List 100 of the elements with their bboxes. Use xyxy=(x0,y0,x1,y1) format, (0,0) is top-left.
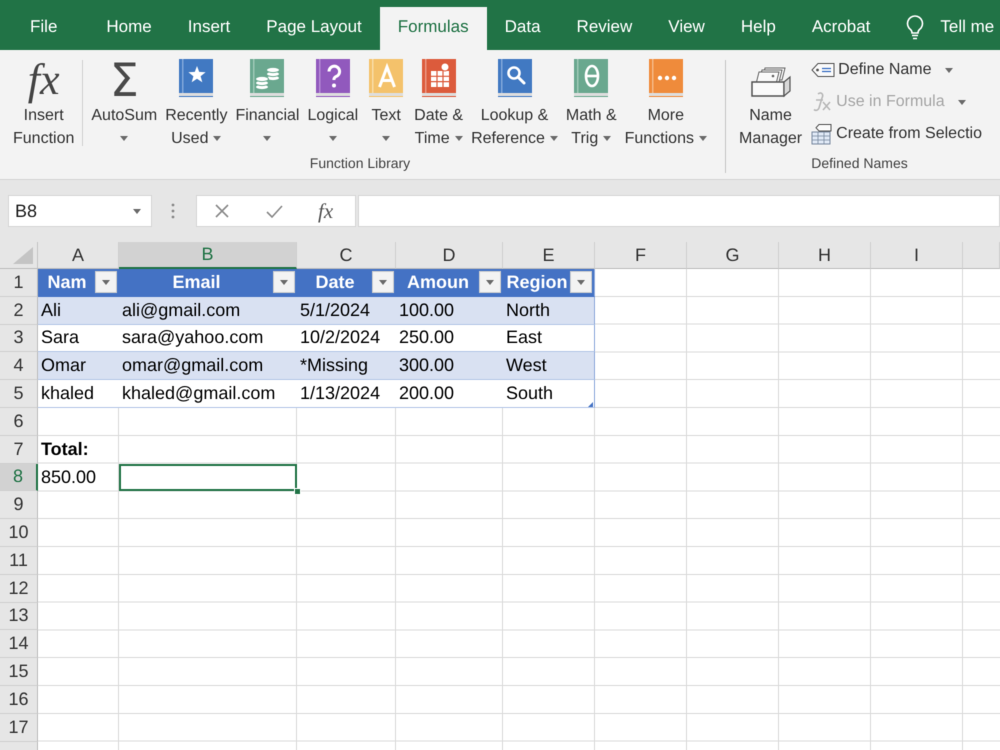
column-header[interactable]: A xyxy=(38,242,119,269)
column-header[interactable]: B xyxy=(119,242,297,269)
row-header[interactable]: 11 xyxy=(0,546,38,575)
group-label: Function Library xyxy=(308,154,412,173)
grip-icon xyxy=(171,203,175,219)
cancel-icon[interactable] xyxy=(215,204,229,218)
ribbon-button[interactable]: Financial xyxy=(231,58,304,150)
column-title: Nam xyxy=(46,272,88,293)
spreadsheet-cell-text: 850.00 xyxy=(40,466,98,489)
row-header[interactable]: 3 xyxy=(0,324,38,352)
row-header[interactable]: 16 xyxy=(0,686,38,714)
formula-icon xyxy=(811,91,834,113)
column-title: Email xyxy=(171,272,222,293)
ribbon-tab[interactable]: Insert xyxy=(170,7,248,50)
table-cell: Ali xyxy=(38,296,119,325)
fill-handle-icon xyxy=(294,488,301,496)
group-label: Defined Names xyxy=(810,154,909,173)
name-box[interactable]: B8 xyxy=(8,195,152,227)
ribbon-tab[interactable]: Data xyxy=(486,7,559,50)
ribbon-tab[interactable]: Page Layout xyxy=(248,7,380,50)
caret-icon xyxy=(102,280,110,285)
row-header[interactable]: 5 xyxy=(0,380,38,408)
tag-icon xyxy=(811,62,836,78)
ribbon-tab[interactable]: Acrobat xyxy=(794,7,888,50)
caret-icon xyxy=(486,280,494,285)
table-cell: 100.00 xyxy=(396,296,503,325)
formula-input[interactable] xyxy=(358,195,1000,227)
column-header[interactable]: E xyxy=(503,242,595,269)
table-cell: 200.00 xyxy=(396,380,503,408)
table-resize-handle-icon xyxy=(588,402,593,407)
row-header[interactable]: 1 xyxy=(0,269,38,297)
column-title: Region xyxy=(506,272,568,293)
column-header[interactable]: D xyxy=(396,242,503,269)
filter-button[interactable] xyxy=(570,271,592,294)
table-cell: South xyxy=(503,380,595,408)
table-cell: Sara xyxy=(38,324,119,352)
ribbon-tab[interactable]: Review xyxy=(558,7,650,50)
ribbon-button[interactable]: Logical xyxy=(303,58,362,150)
row-header[interactable]: 2 xyxy=(0,296,38,325)
filter-button[interactable] xyxy=(95,271,117,294)
ribbon-button[interactable]: fx Insert Function xyxy=(9,58,78,150)
ribbon-button[interactable]: Σ AutoSum xyxy=(87,58,162,150)
ribbon-tab[interactable]: File xyxy=(12,7,88,50)
ribbon-button[interactable]: Date & Time xyxy=(410,58,468,150)
ribbon-button[interactable]: Recently Used xyxy=(161,58,232,150)
filter-button[interactable] xyxy=(479,271,501,294)
table-cell: 10/2/2024 xyxy=(297,324,396,352)
column-header[interactable]: C xyxy=(297,242,396,269)
insert-function-button[interactable]: fx xyxy=(316,198,336,224)
table-cell: 5/1/2024 xyxy=(297,296,396,325)
column-title: Amoun xyxy=(406,272,470,293)
caret-icon xyxy=(379,280,387,285)
row-header[interactable]: 9 xyxy=(0,491,38,520)
ribbon-button[interactable]: Text xyxy=(362,58,410,150)
row-header[interactable]: 4 xyxy=(0,352,38,380)
table-cell: omar@gmail.com xyxy=(119,352,297,380)
lightbulb-icon xyxy=(905,14,926,40)
check-icon[interactable] xyxy=(266,204,283,218)
row-header[interactable]: 13 xyxy=(0,602,38,630)
ribbon-tab[interactable]: Formulas xyxy=(380,7,487,50)
ribbon-button[interactable]: Name Manager xyxy=(734,58,806,150)
table-cell: ali@gmail.com xyxy=(119,296,297,325)
table-cell: *Missing xyxy=(297,352,396,380)
table-cell: 300.00 xyxy=(396,352,503,380)
table-cell: khaled xyxy=(38,380,119,408)
ribbon-tab[interactable]: Help xyxy=(722,7,794,50)
ribbon-tab[interactable]: Home xyxy=(88,7,170,50)
caret-icon xyxy=(577,280,585,285)
table-cell: East xyxy=(503,324,595,352)
ribbon-button[interactable]: More Functions xyxy=(620,58,711,150)
table-cell: North xyxy=(503,296,595,325)
row-header[interactable]: 12 xyxy=(0,574,38,603)
row-header[interactable]: 6 xyxy=(0,408,38,436)
tell-me-search[interactable]: Tell me xyxy=(888,7,994,50)
row-header[interactable]: 14 xyxy=(0,630,38,658)
ribbon-button[interactable]: Math & Trig xyxy=(562,58,621,150)
row-header[interactable]: 10 xyxy=(0,519,38,547)
table-cell: sara@yahoo.com xyxy=(119,324,297,352)
ribbon-button[interactable]: Create from Selectio xyxy=(809,118,984,150)
table-cell: khaled@gmail.com xyxy=(119,380,297,408)
column-header[interactable]: F xyxy=(595,242,687,269)
table-cell: 250.00 xyxy=(396,324,503,352)
column-header[interactable]: G xyxy=(687,242,779,269)
row-header[interactable]: 8 xyxy=(0,464,38,492)
caret-icon xyxy=(280,280,288,285)
filter-button[interactable] xyxy=(372,271,394,294)
column-header[interactable]: I xyxy=(871,242,963,269)
filter-button[interactable] xyxy=(273,271,295,294)
ribbon-button[interactable]: Lookup & Reference xyxy=(467,58,562,150)
table-cell: 1/13/2024 xyxy=(297,380,396,408)
table-tag-icon xyxy=(811,123,834,145)
column-header[interactable]: H xyxy=(779,242,871,269)
caret-icon xyxy=(133,208,141,214)
ribbon-tab[interactable]: View xyxy=(650,7,723,50)
table-cell: Omar xyxy=(38,352,119,380)
column-title: Date xyxy=(314,272,356,293)
row-header[interactable]: 15 xyxy=(0,658,38,686)
row-header[interactable]: 17 xyxy=(0,714,38,742)
row-header[interactable]: 7 xyxy=(0,436,38,464)
ribbon-button[interactable]: Define Name xyxy=(809,54,984,86)
